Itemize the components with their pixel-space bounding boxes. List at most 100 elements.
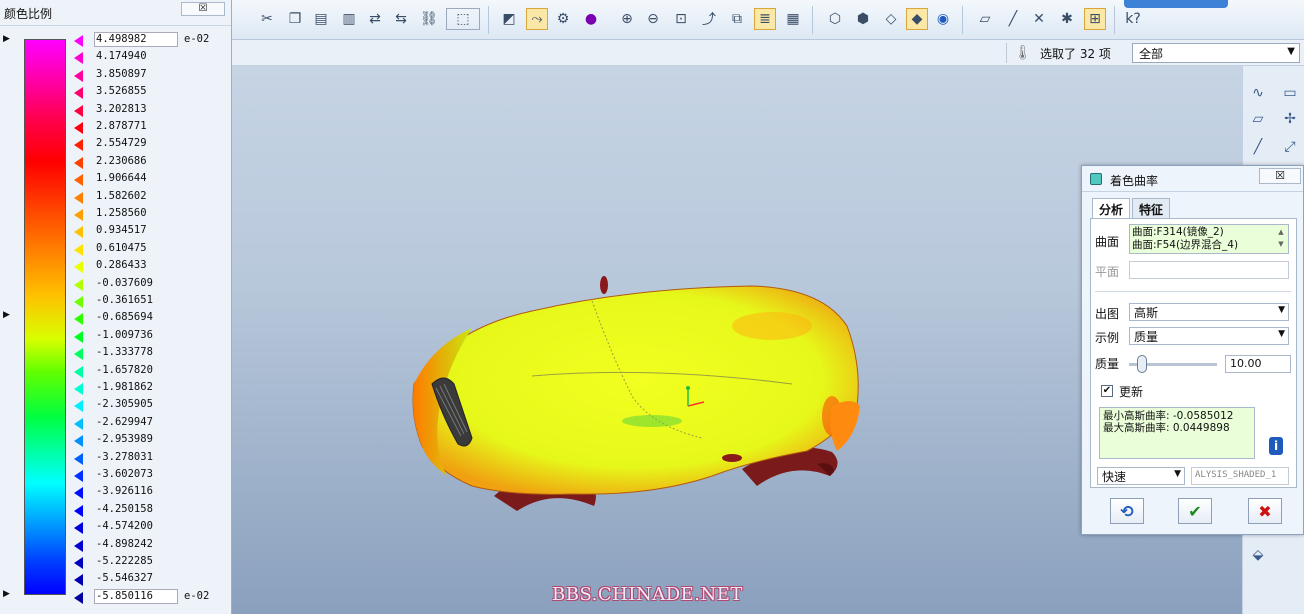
zoom-out-icon[interactable]: ⊖: [642, 8, 664, 30]
spin-center-icon[interactable]: ⤳: [526, 8, 548, 30]
enhanced-realism-icon[interactable]: ◉: [932, 8, 954, 30]
csys-display-icon[interactable]: ✱: [1056, 8, 1078, 30]
scale-marker-icon[interactable]: [74, 296, 83, 308]
dialog-close-button[interactable]: ☒: [1259, 168, 1301, 184]
scale-marker-icon[interactable]: [74, 435, 83, 448]
scale-marker-icon[interactable]: [74, 574, 83, 587]
tab-analysis[interactable]: 分析: [1092, 198, 1130, 218]
scale-bottom-arrow-icon[interactable]: ▶: [3, 589, 10, 599]
scale-marker-icon[interactable]: [74, 191, 83, 204]
datum-plane-icon[interactable]: ▭: [1279, 82, 1301, 104]
refit-icon[interactable]: ⊡: [670, 8, 692, 30]
layers-icon[interactable]: ≣: [754, 8, 776, 30]
saved-views-icon[interactable]: ⧉: [726, 8, 748, 30]
sketch-icon[interactable]: ∿: [1247, 82, 1269, 104]
plane-icon[interactable]: ▱: [1247, 108, 1269, 130]
scale-marker-icon[interactable]: [74, 348, 83, 361]
scale-marker-icon[interactable]: [74, 139, 83, 152]
scale-value[interactable]: -5.850116: [96, 590, 153, 602]
scale-marker-icon[interactable]: [74, 330, 83, 343]
repaint-icon[interactable]: ◩: [498, 8, 520, 30]
select-box-icon[interactable]: ⬚: [446, 8, 480, 30]
display-dropdown[interactable]: 质量 ▼: [1129, 327, 1289, 345]
surface-item[interactable]: 曲面:F54(边界混合_4): [1132, 239, 1286, 252]
scale-marker-icon[interactable]: [74, 122, 83, 134]
paste-special-icon[interactable]: ▥: [338, 8, 360, 30]
scale-marker-icon[interactable]: [74, 156, 83, 169]
scale-marker-icon[interactable]: [74, 452, 83, 465]
shading-icon[interactable]: ◆: [906, 8, 928, 30]
scale-marker-icon[interactable]: [74, 278, 83, 291]
zoom-in-icon[interactable]: ⊕: [616, 8, 638, 30]
scale-top-arrow-icon[interactable]: ▶: [3, 34, 10, 44]
info-icon[interactable]: i: [1269, 437, 1283, 455]
regenerate-manager-icon[interactable]: ⇆: [390, 8, 412, 30]
scale-marker-icon[interactable]: [74, 69, 83, 82]
wireframe-icon[interactable]: ⬡: [824, 8, 846, 30]
color-scale-tick: 0.286433: [74, 258, 224, 275]
context-help-icon[interactable]: k?: [1122, 8, 1144, 30]
tab-feature[interactable]: 特征: [1132, 198, 1170, 218]
scale-marker-icon[interactable]: [74, 52, 83, 65]
output-dropdown[interactable]: 高斯 ▼: [1129, 303, 1289, 321]
scale-marker-icon[interactable]: [74, 261, 83, 274]
scale-marker-icon[interactable]: [74, 87, 83, 100]
update-checkbox[interactable]: ✔: [1101, 385, 1113, 397]
scale-marker-icon[interactable]: [74, 591, 83, 604]
scale-marker-icon[interactable]: [74, 365, 83, 378]
ok-button[interactable]: ✔: [1178, 498, 1212, 524]
shell-icon[interactable]: ⬙: [1247, 544, 1269, 566]
view-manager-icon[interactable]: ▦: [782, 8, 804, 30]
scroll-arrows-icon[interactable]: ▲ ▼: [1275, 226, 1287, 252]
scale-marker-icon[interactable]: [74, 313, 83, 326]
scale-marker-icon[interactable]: [74, 539, 83, 552]
surface-item[interactable]: 曲面:F314(镜像_2): [1132, 226, 1286, 239]
scale-mid-arrow-icon[interactable]: ▶: [3, 310, 10, 320]
scale-marker-icon[interactable]: [74, 226, 83, 239]
color-scale-close-button[interactable]: ☒: [181, 2, 225, 16]
scale-marker-icon[interactable]: [74, 383, 83, 395]
color-scale-tick: -1.009736: [74, 328, 224, 345]
quality-value-input[interactable]: 10.00: [1225, 355, 1291, 373]
scale-marker-icon[interactable]: [74, 504, 83, 517]
repeat-analysis-button[interactable]: ⟲: [1110, 498, 1144, 524]
point-display-icon[interactable]: ✕: [1028, 8, 1050, 30]
paste-icon[interactable]: ▤: [310, 8, 332, 30]
cancel-button[interactable]: ✖: [1248, 498, 1282, 524]
selection-filter-dropdown[interactable]: 全部 ▼: [1132, 43, 1300, 63]
curve-icon[interactable]: ⤢: [1279, 136, 1301, 158]
find-icon[interactable]: ⛓: [418, 8, 440, 30]
datum-plane-display-icon[interactable]: ▱: [974, 8, 996, 30]
annotation-display-icon[interactable]: ⊞: [1084, 8, 1106, 30]
analysis-name-field[interactable]: ALYSIS_SHADED_1: [1191, 467, 1289, 485]
scale-marker-icon[interactable]: [74, 243, 83, 256]
hidden-line-icon[interactable]: ⬢: [852, 8, 874, 30]
scale-value[interactable]: 4.498982: [96, 33, 147, 45]
scale-marker-icon[interactable]: [74, 209, 83, 221]
scale-marker-icon[interactable]: [74, 557, 83, 569]
scale-marker-icon[interactable]: [74, 417, 83, 430]
orient-icon[interactable]: ⚙: [552, 8, 574, 30]
mode-dropdown[interactable]: 快速 ▼: [1097, 467, 1185, 485]
copy-icon[interactable]: ❐: [284, 8, 306, 30]
scale-value: 2.230686: [96, 154, 147, 167]
surface-collector[interactable]: 曲面:F314(镜像_2) 曲面:F54(边界混合_4) ▲ ▼: [1129, 224, 1289, 254]
cut-icon[interactable]: ✂: [256, 8, 278, 30]
scale-marker-icon[interactable]: [74, 487, 83, 500]
regenerate-icon[interactable]: ⇄: [364, 8, 386, 30]
point-icon[interactable]: ✢: [1279, 108, 1301, 130]
scale-marker-icon[interactable]: [74, 522, 83, 535]
scale-marker-icon[interactable]: [74, 104, 83, 117]
scale-marker-icon[interactable]: [74, 470, 83, 482]
scale-marker-icon[interactable]: [74, 400, 83, 413]
reorient-icon[interactable]: ⤴: [698, 8, 720, 30]
scale-marker-icon[interactable]: [74, 35, 83, 47]
appearance-sphere-icon[interactable]: ●: [580, 8, 602, 30]
datum-axis-display-icon[interactable]: ╱: [1002, 8, 1024, 30]
no-hidden-icon[interactable]: ◇: [880, 8, 902, 30]
axis-icon[interactable]: ╱: [1247, 136, 1269, 158]
plane-collector[interactable]: [1129, 261, 1289, 279]
quality-slider-thumb[interactable]: [1137, 355, 1147, 373]
scale-value: -2.305905: [96, 398, 153, 411]
scale-marker-icon[interactable]: [74, 174, 83, 187]
